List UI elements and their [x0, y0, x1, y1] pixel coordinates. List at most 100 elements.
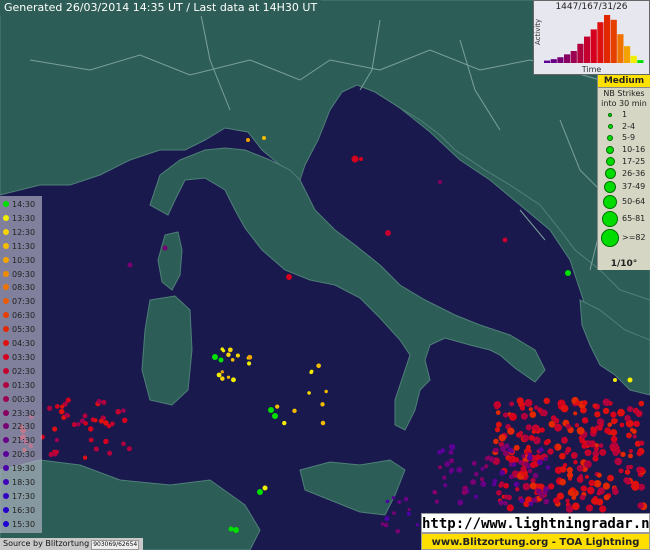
strike-dot [583, 460, 592, 469]
strike-dot [613, 378, 617, 382]
strike-dot [470, 479, 477, 486]
strike-dot [513, 444, 520, 451]
legend-dot [602, 211, 618, 227]
strike-dot [584, 474, 590, 479]
time-label: 22:30 [12, 422, 36, 432]
strike-dot [618, 468, 624, 474]
strike-dot [584, 449, 592, 457]
legend-range-label: 50-64 [622, 197, 646, 206]
strike-dot [627, 377, 633, 383]
strike-dot [613, 418, 618, 423]
strike-dot [609, 445, 617, 452]
strike-dot [58, 408, 65, 415]
strike-dot [558, 452, 566, 460]
time-row: 21:30 [0, 434, 42, 447]
strike-dot [588, 479, 595, 487]
strike-dot [602, 407, 610, 415]
strike-dot [449, 443, 456, 450]
activity-bar [564, 54, 571, 63]
strike-dot [580, 485, 588, 492]
strike-dot [610, 429, 618, 436]
time-row: 02:30 [0, 365, 42, 378]
time-row: 23:30 [0, 407, 42, 420]
time-row: 08:30 [0, 281, 42, 294]
activity-bar [630, 55, 637, 63]
strike-dot [498, 500, 504, 506]
strike-dot [598, 443, 604, 448]
time-color-dot [3, 298, 9, 305]
strike-dot [286, 274, 292, 280]
time-row: 07:30 [0, 295, 42, 308]
strike-dot [522, 482, 531, 491]
strike-dot [592, 403, 598, 409]
strike-dot [543, 397, 550, 405]
strike-dot [52, 426, 58, 432]
strike-dot [610, 435, 618, 443]
strike-dot [521, 454, 526, 459]
strike-dot [384, 516, 390, 522]
strike-dot [619, 422, 625, 428]
time-label: 07:30 [12, 297, 36, 307]
strike-dot [480, 481, 487, 487]
strike-dot [247, 354, 253, 360]
lightning-map[interactable] [0, 0, 650, 550]
time-color-dot [3, 520, 9, 527]
strike-dot [599, 505, 607, 513]
time-row: 19:30 [0, 462, 42, 475]
strike-dot [103, 438, 109, 445]
strike-dot [628, 449, 634, 454]
time-label: 13:30 [12, 213, 36, 223]
strike-dot [575, 400, 581, 406]
footer-text: www.Blitzortung.org - TOA Lightning Loca… [421, 533, 650, 550]
strike-dot [554, 423, 563, 432]
time-label: 04:30 [12, 339, 36, 348]
strike-dot [529, 482, 537, 490]
strike-dot [508, 474, 514, 480]
strike-dot [493, 438, 499, 445]
strike-dot [612, 488, 619, 495]
strike-dot [560, 404, 569, 413]
strike-dot [449, 467, 455, 473]
strike-dot [493, 401, 502, 409]
activity-bar [604, 15, 611, 63]
legend-row: 5-9 [598, 133, 650, 144]
strike-dot [502, 237, 508, 243]
strike-dot [625, 464, 631, 470]
strike-dot [307, 391, 311, 395]
strike-dot [539, 427, 545, 433]
strike-dot [115, 408, 121, 415]
strike-dot [565, 498, 570, 503]
strike-dot [617, 408, 625, 417]
strike-dot [536, 459, 543, 466]
legend-scale: 1/10° [610, 259, 638, 269]
strike-dot [598, 422, 604, 428]
strike-dot [573, 459, 578, 465]
strike-dot [407, 507, 411, 512]
strike-dot [547, 448, 554, 455]
time-row: 04:30 [0, 337, 42, 350]
strike-dot [272, 413, 278, 419]
strike-dot [392, 511, 396, 515]
strike-dot [565, 270, 571, 276]
strike-dot [581, 417, 589, 424]
strike-dot [88, 437, 94, 443]
strike-dot [316, 363, 321, 369]
strike-dot [491, 482, 497, 487]
website-url[interactable]: http://www.lightningradar.net [421, 513, 650, 533]
strike-dot [531, 497, 537, 503]
strike-dot [523, 461, 529, 467]
strike-dot [230, 358, 235, 362]
time-color-dot [3, 201, 9, 207]
strike-dot [385, 499, 390, 504]
strike-dot [496, 489, 502, 496]
strike-dot [529, 411, 537, 418]
strike-dot [628, 453, 633, 459]
strike-dot [631, 483, 640, 491]
strike-dot [351, 155, 359, 163]
time-color-dot [3, 506, 9, 513]
time-row: 12:30 [0, 226, 42, 239]
time-label: 14:30 [12, 200, 36, 209]
legend-row: 26-36 [598, 168, 650, 182]
time-color-dot [3, 492, 9, 499]
strike-dot [499, 469, 506, 476]
